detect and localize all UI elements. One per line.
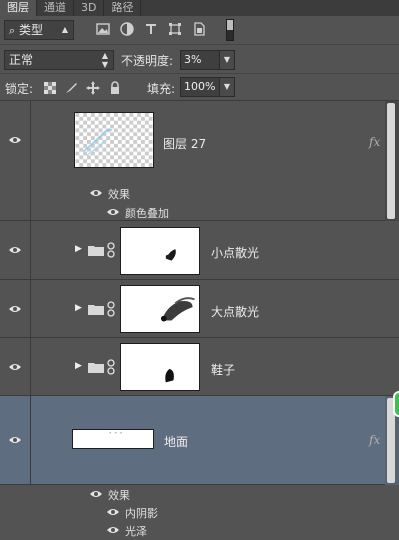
effects-header: 效果 bbox=[0, 184, 399, 202]
tab-channels[interactable]: 通道 bbox=[37, 0, 74, 16]
panel-tabs: 图层 通道 3D 路径 bbox=[0, 0, 399, 16]
layer-mask-thumbnail bbox=[120, 227, 200, 275]
opacity-label: 不透明度: bbox=[121, 54, 174, 68]
layer-mask-thumbnail bbox=[120, 343, 200, 391]
fill-dropdown-button[interactable]: ▼ bbox=[219, 77, 235, 97]
layer-row-group-large-sparkle[interactable]: ▶ 大点散光 bbox=[0, 280, 399, 338]
tab-paths[interactable]: 路径 bbox=[104, 0, 142, 16]
eye-icon[interactable] bbox=[107, 208, 119, 216]
folder-icon bbox=[88, 305, 104, 315]
lock-transparency-icon[interactable] bbox=[43, 81, 57, 95]
lock-all-icon[interactable] bbox=[108, 81, 122, 95]
shape-filter-icon[interactable] bbox=[168, 22, 182, 36]
layer-mask-thumbnail bbox=[120, 285, 200, 333]
effects-label: 效果 bbox=[108, 489, 130, 502]
layer-thumbnail bbox=[72, 429, 154, 449]
opacity-input[interactable]: 3% bbox=[180, 50, 220, 70]
effect-item: 颜色叠加 bbox=[0, 203, 399, 221]
layer-thumbnail bbox=[74, 112, 154, 168]
eye-icon[interactable] bbox=[9, 436, 21, 444]
fill-input[interactable]: 100% bbox=[180, 77, 220, 97]
blend-toolbar: 正常 ▲ ▼ 不透明度: 3% ▼ bbox=[0, 46, 399, 74]
effect-label: 光泽 bbox=[125, 525, 147, 538]
folder-icon bbox=[88, 246, 104, 256]
eye-icon[interactable] bbox=[9, 363, 21, 371]
fill-label: 填充: bbox=[147, 82, 176, 96]
eye-icon[interactable] bbox=[107, 508, 119, 516]
folder-icon bbox=[88, 363, 104, 373]
lock-pixels-icon[interactable] bbox=[64, 81, 78, 95]
lock-label: 锁定: bbox=[5, 82, 34, 96]
dropdown-arrow-icon: ▲ bbox=[61, 25, 68, 34]
search-icon: ⌕ bbox=[9, 24, 16, 37]
filter-type-label: 类型 bbox=[19, 23, 44, 37]
effect-label: 颜色叠加 bbox=[125, 207, 169, 220]
expand-arrow-icon[interactable]: ▶ bbox=[75, 361, 82, 371]
effects-header: 效果 bbox=[0, 485, 399, 503]
lock-toolbar: 锁定: 填充: 100% ▼ bbox=[0, 75, 399, 101]
lock-position-icon[interactable] bbox=[86, 81, 100, 95]
blend-mode-dropdown[interactable]: 正常 ▲ ▼ bbox=[4, 50, 114, 70]
filter-type-dropdown[interactable]: ⌕ 类型 ▲ bbox=[4, 20, 74, 40]
layer-row-group-small-sparkle[interactable]: ▶ 小点散光 bbox=[0, 221, 399, 280]
layer-name[interactable]: 图层 27 bbox=[163, 135, 206, 152]
eye-icon[interactable] bbox=[9, 305, 21, 313]
expand-arrow-icon[interactable]: ▶ bbox=[75, 303, 82, 313]
filter-toolbar: ⌕ 类型 ▲ bbox=[0, 16, 399, 45]
effect-label: 内阴影 bbox=[125, 507, 158, 520]
tab-layers[interactable]: 图层 bbox=[0, 0, 37, 16]
effect-item: 内阴影 bbox=[0, 503, 399, 521]
layer-name[interactable]: 小点散光 bbox=[211, 244, 259, 261]
layer-name[interactable]: 地面 bbox=[164, 433, 188, 450]
eye-icon[interactable] bbox=[9, 246, 21, 254]
eye-icon[interactable] bbox=[90, 189, 102, 197]
scrollbar-thumb[interactable] bbox=[387, 103, 395, 219]
type-filter-icon[interactable] bbox=[144, 22, 158, 36]
fx-icon[interactable]: fx bbox=[369, 135, 380, 149]
layer-name[interactable]: 鞋子 bbox=[211, 361, 235, 378]
effect-item: 光泽 bbox=[0, 521, 399, 539]
layer-name[interactable]: 大点散光 bbox=[211, 303, 259, 320]
opacity-dropdown-button[interactable]: ▼ bbox=[219, 50, 235, 70]
link-icon[interactable] bbox=[107, 301, 115, 317]
eye-icon[interactable] bbox=[107, 526, 119, 534]
eye-icon[interactable] bbox=[90, 490, 102, 498]
blend-mode-label: 正常 bbox=[9, 53, 34, 67]
eye-icon[interactable] bbox=[9, 136, 21, 144]
adjustment-filter-icon[interactable] bbox=[120, 22, 134, 36]
smart-object-filter-icon[interactable] bbox=[192, 22, 206, 36]
status-indicator bbox=[393, 391, 399, 417]
link-icon[interactable] bbox=[107, 242, 115, 258]
dropdown-arrow-icon: ▲ ▼ bbox=[101, 51, 108, 69]
effects-label: 效果 bbox=[108, 188, 130, 201]
layer-row-layer-27[interactable]: 图层 27 fx 效果 颜色叠加 bbox=[0, 101, 399, 221]
layer-row-group-shoes[interactable]: ▶ 鞋子 bbox=[0, 338, 399, 396]
fx-icon[interactable]: fx bbox=[369, 433, 380, 447]
image-filter-icon[interactable] bbox=[96, 22, 110, 36]
layers-list: 图层 27 fx 效果 颜色叠加 ▶ 小点散光 ▶ 大点散光 ▶ 鞋子 地面 f… bbox=[0, 101, 399, 540]
tab-3d[interactable]: 3D bbox=[74, 0, 105, 16]
expand-arrow-icon[interactable]: ▶ bbox=[75, 244, 82, 254]
filter-toggle-switch[interactable] bbox=[226, 19, 234, 41]
link-icon[interactable] bbox=[107, 359, 115, 375]
layer-row-ground[interactable]: 地面 fx bbox=[0, 396, 399, 485]
